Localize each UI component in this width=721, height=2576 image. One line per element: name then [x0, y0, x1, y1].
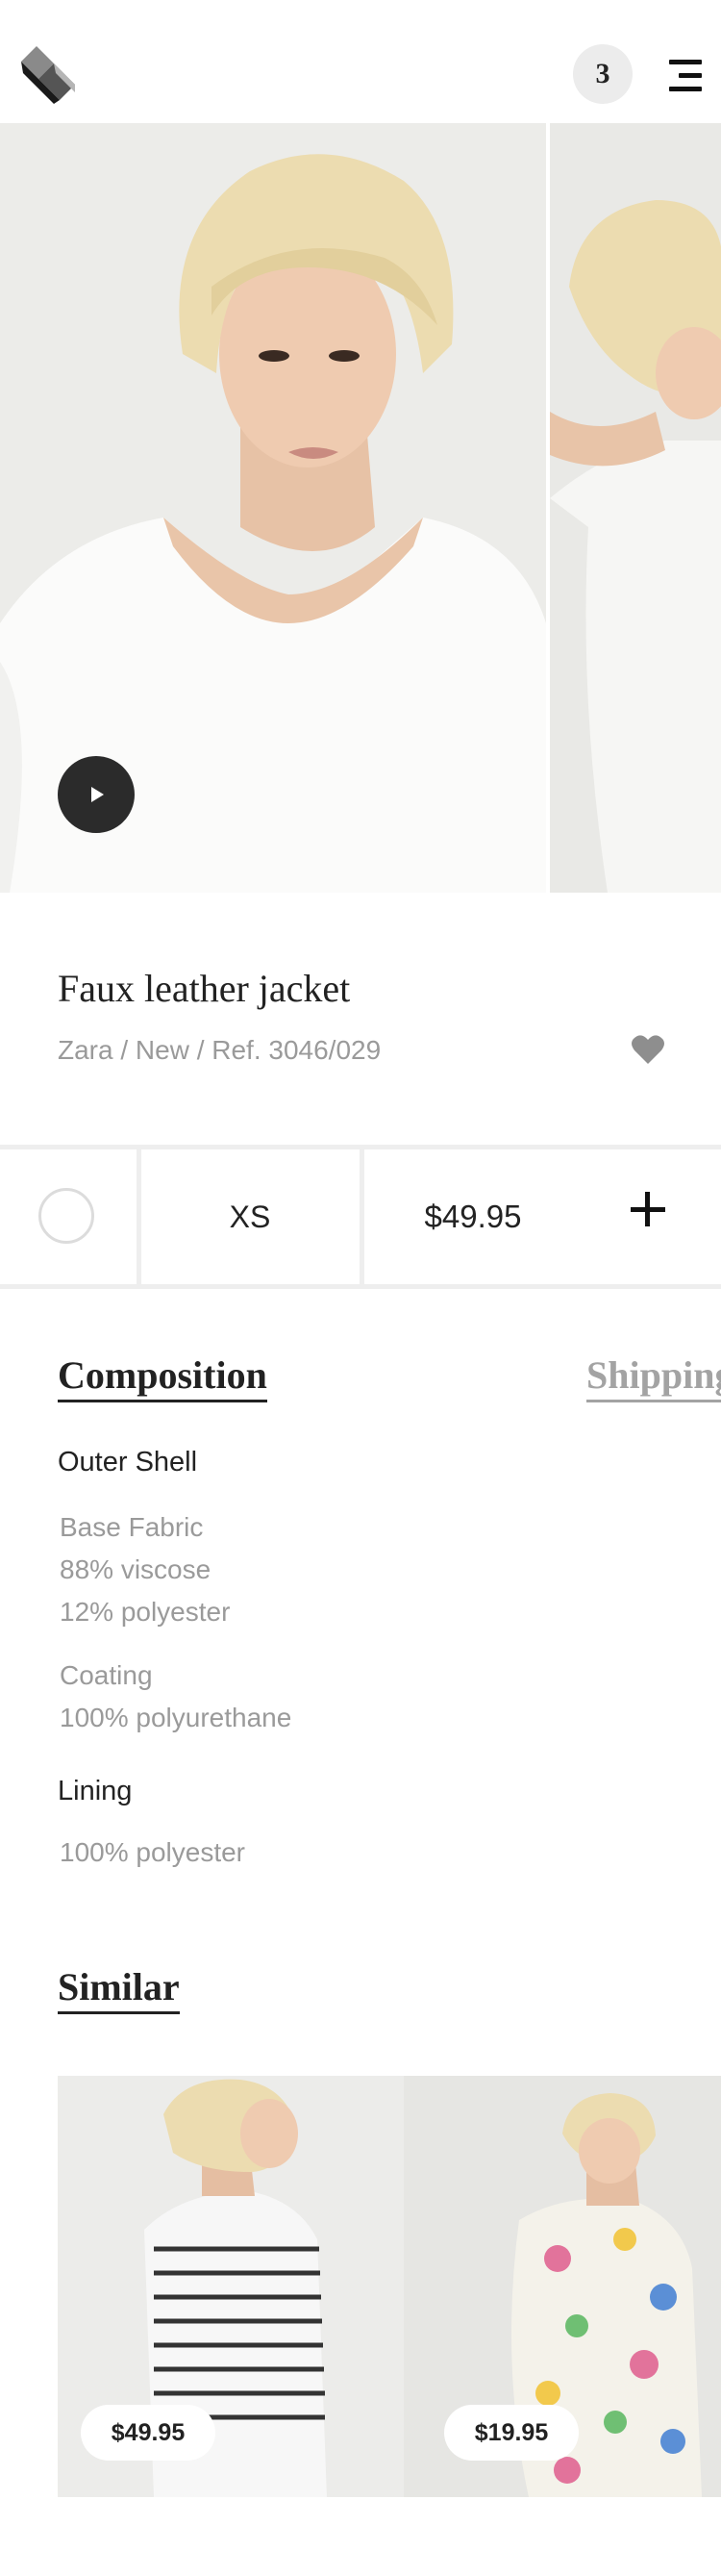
composition-line: 100% polyester [60, 1837, 246, 1867]
plus-icon[interactable] [631, 1190, 673, 1232]
product-gallery[interactable] [0, 123, 721, 893]
lining-heading: Lining [58, 1776, 133, 1806]
heart-icon[interactable] [631, 1033, 665, 1066]
similar-product-card[interactable]: $49.95 [58, 2076, 404, 2497]
model-illustration-side [550, 123, 721, 893]
product-meta: Zara / New / Ref. 3046/029 [58, 1035, 382, 1065]
product-photo-secondary[interactable] [550, 123, 721, 893]
color-swatch[interactable] [38, 1188, 94, 1244]
product-price: $49.95 [424, 1199, 522, 1234]
similar-price-badge: $19.95 [444, 2405, 579, 2461]
tab-shipping[interactable]: Shipping [586, 1352, 721, 1402]
composition-line: 12% polyester [60, 1597, 231, 1627]
product-title: Faux leather jacket [58, 967, 351, 1010]
play-video-button[interactable] [58, 756, 135, 833]
cart-count-badge[interactable]: 3 [573, 44, 633, 104]
outer-shell-heading: Outer Shell [58, 1447, 198, 1477]
similar-section-title: Similar [58, 1964, 180, 2014]
composition-line: 100% polyurethane [60, 1703, 292, 1732]
tab-composition[interactable]: Composition [58, 1352, 267, 1402]
size-selector[interactable]: XS [140, 1149, 360, 1284]
similar-products-row[interactable]: $49.95 $19.95 [58, 2076, 721, 2497]
app-header: 3 [0, 0, 721, 123]
similar-price-badge: $49.95 [81, 2405, 215, 2461]
play-icon [91, 787, 104, 802]
composition-line: Base Fabric [60, 1512, 204, 1542]
menu-icon[interactable] [669, 60, 702, 92]
similar-product-card[interactable]: $19.95 [404, 2076, 721, 2497]
product-options-bar: XS $49.95 [0, 1145, 721, 1289]
composition-line: 88% viscose [60, 1554, 211, 1584]
composition-line: Coating [60, 1660, 153, 1690]
logo-icon[interactable] [19, 44, 77, 106]
product-photo-main[interactable] [0, 123, 546, 893]
